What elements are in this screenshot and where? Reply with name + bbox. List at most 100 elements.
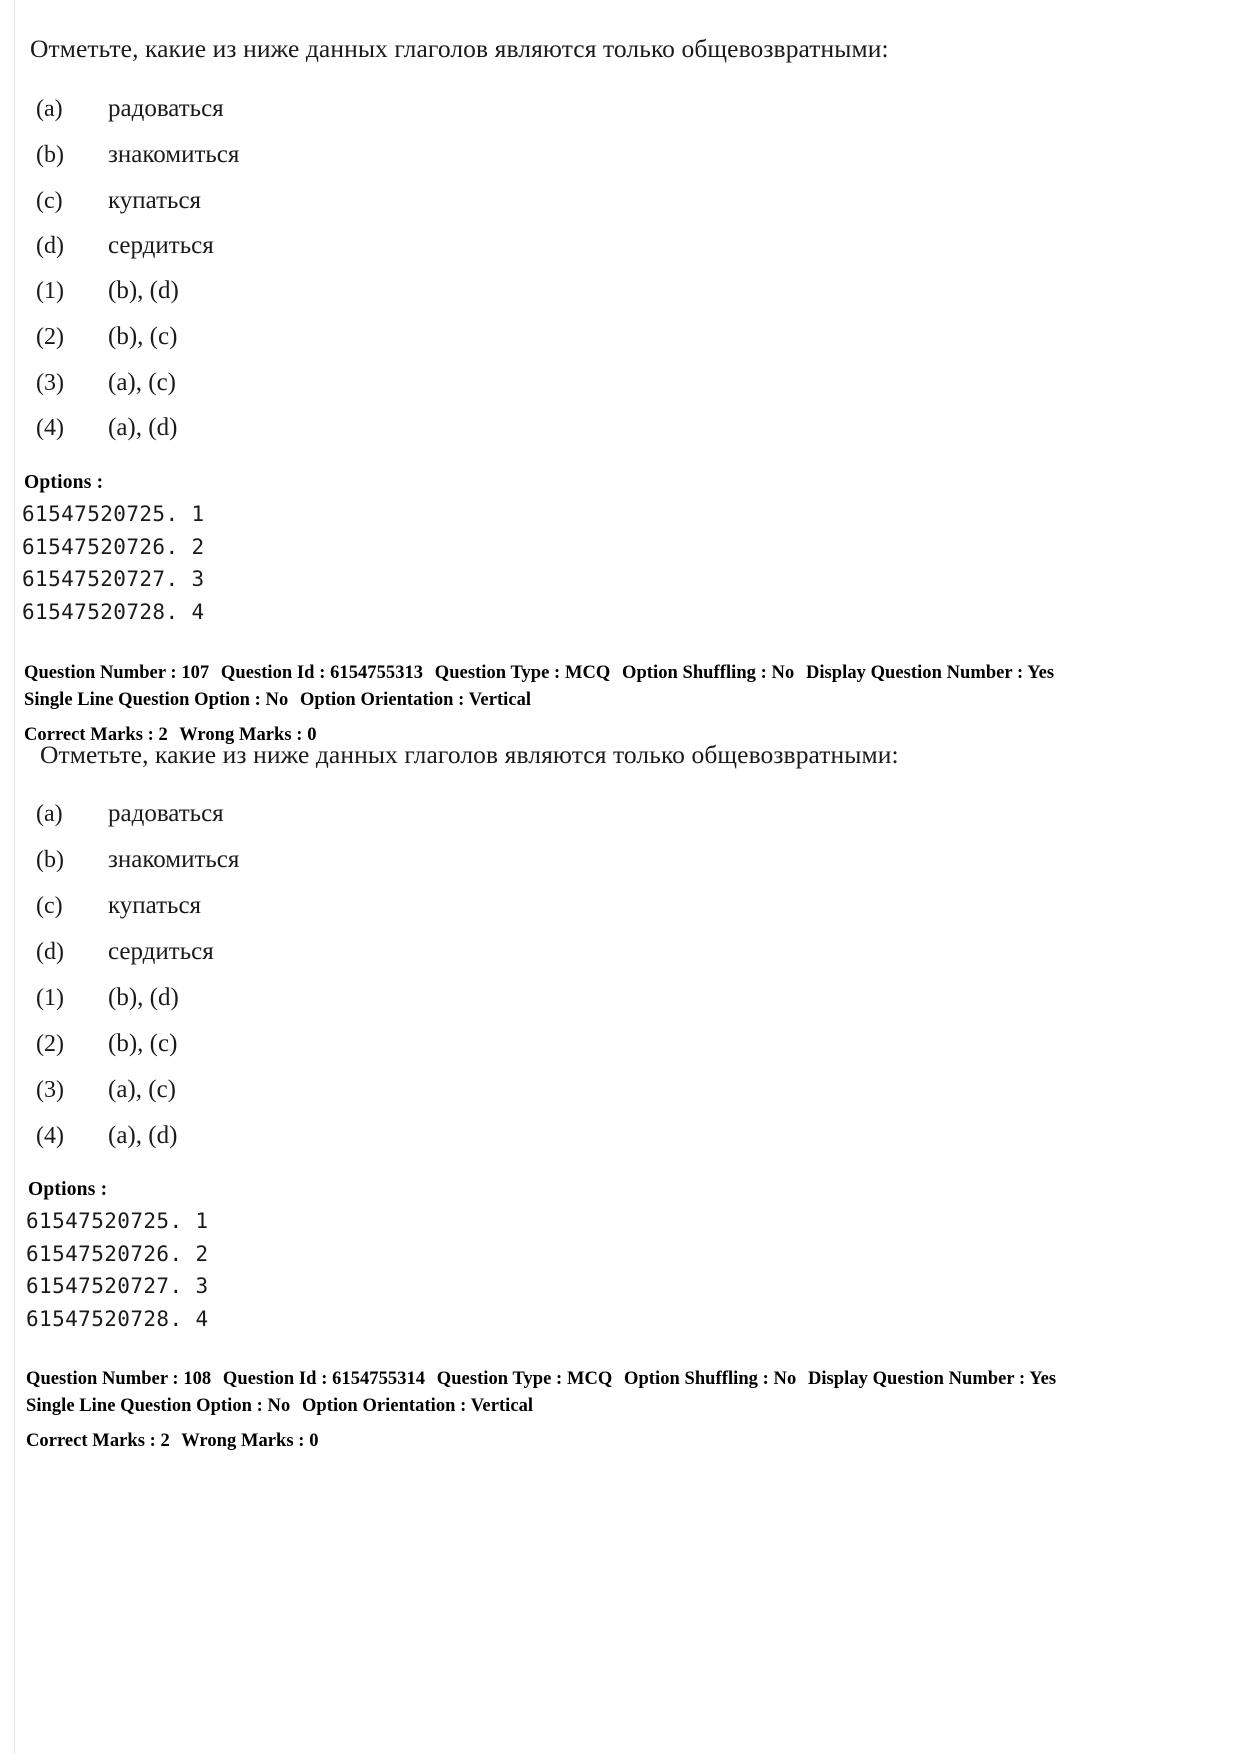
- metadata-line-1: Question Number : 107 Question Id : 6154…: [24, 660, 1054, 687]
- display-question-number-label: Display Question Number :: [807, 1369, 1026, 1389]
- question-metadata: Question Number : 107 Question Id : 6154…: [24, 660, 1054, 748]
- question-id-label: Question Id :: [220, 663, 326, 683]
- metadata-line-1: Question Number : 108 Question Id : 6154…: [26, 1366, 1056, 1393]
- verb-item-text: знакомиться: [108, 141, 240, 168]
- verb-item-label: (a): [36, 96, 63, 122]
- question-type-label: Question Type :: [434, 663, 561, 683]
- option-orientation-value: Vertical: [470, 1395, 534, 1416]
- option-shuffling-value: No: [771, 663, 795, 683]
- answer-choice-text: (a), (d): [108, 414, 178, 441]
- verb-item-label: (c): [36, 188, 63, 214]
- verb-item-a: (a) радоваться: [36, 800, 224, 829]
- options-heading: Options :: [24, 472, 104, 493]
- page-left-margin: [0, 0, 15, 1754]
- verb-item-d: (d) сердиться: [36, 232, 214, 261]
- verb-item-text: радоваться: [108, 800, 224, 827]
- answer-choice-4[interactable]: (4) (a), (d): [36, 1122, 177, 1151]
- verb-item-text: сердиться: [108, 232, 214, 259]
- answer-choice-label: (1): [36, 985, 64, 1011]
- answer-choice-label: (3): [36, 1077, 64, 1103]
- option-id-1: 61547520725. 1: [26, 1209, 209, 1233]
- question-number-label: Question Number :: [24, 663, 177, 683]
- option-id-3: 61547520727. 3: [26, 1274, 209, 1298]
- answer-choice-3[interactable]: (3) (a), (c): [36, 1076, 176, 1105]
- answer-choice-label: (4): [36, 1123, 64, 1149]
- single-line-question-option-value: No: [265, 689, 289, 710]
- metadata-line-2: Single Line Question Option : No Option …: [24, 687, 1054, 714]
- verb-item-label: (b): [36, 847, 64, 873]
- verb-item-label: (c): [36, 893, 63, 919]
- answer-choice-label: (1): [36, 278, 64, 304]
- option-id-3: 61547520727. 3: [22, 567, 205, 591]
- option-id-1: 61547520725. 1: [22, 502, 205, 526]
- verb-item-b: (b) знакомиться: [36, 846, 239, 875]
- verb-item-d: (d) сердиться: [36, 938, 214, 967]
- verb-item-b: (b) знакомиться: [36, 141, 239, 170]
- answer-choice-2[interactable]: (2) (b), (c): [36, 323, 177, 352]
- options-heading: Options :: [28, 1179, 108, 1200]
- answer-choice-text: (b), (c): [108, 323, 178, 350]
- verb-item-c: (c) купаться: [36, 892, 201, 921]
- option-shuffling-label: Option Shuffling :: [624, 1369, 769, 1389]
- option-id-4: 61547520728. 4: [22, 600, 205, 624]
- exam-question-paper-page: Отметьте, какие из ниже данных глаголов …: [0, 0, 1240, 1754]
- wrong-marks-label: Wrong Marks :: [181, 1430, 305, 1451]
- option-orientation-label: Option Orientation :: [299, 689, 465, 710]
- correct-marks-value: 2: [160, 1430, 170, 1451]
- option-id-2: 61547520726. 2: [22, 535, 205, 559]
- option-shuffling-label: Option Shuffling :: [622, 663, 767, 683]
- question-stem: Отметьте, какие из ниже данных глаголов …: [30, 34, 889, 63]
- verb-item-text: купаться: [108, 187, 202, 214]
- question-id-value: 6154755314: [332, 1369, 426, 1389]
- verb-item-label: (a): [36, 801, 63, 827]
- verb-item-label: (d): [36, 939, 64, 965]
- question-metadata: Question Number : 108 Question Id : 6154…: [26, 1366, 1056, 1454]
- question-number-label: Question Number :: [26, 1369, 179, 1389]
- wrong-marks-value: 0: [309, 1430, 319, 1451]
- question-number-value: 108: [183, 1369, 212, 1389]
- answer-choice-text: (a), (c): [108, 1076, 176, 1103]
- answer-choice-text: (a), (d): [108, 1122, 178, 1149]
- display-question-number-value: Yes: [1029, 1369, 1057, 1389]
- answer-choice-text: (b), (d): [108, 277, 179, 304]
- question-id-label: Question Id :: [222, 1369, 328, 1389]
- verb-item-text: радоваться: [108, 95, 224, 122]
- answer-choice-label: (3): [36, 370, 64, 396]
- answer-choice-2[interactable]: (2) (b), (c): [36, 1030, 177, 1059]
- correct-marks-label: Correct Marks :: [26, 1430, 156, 1451]
- answer-choice-1[interactable]: (1) (b), (d): [36, 984, 179, 1013]
- display-question-number-label: Display Question Number :: [805, 663, 1024, 683]
- answer-choice-text: (b), (d): [108, 984, 179, 1011]
- verb-item-text: знакомиться: [108, 846, 240, 873]
- verb-item-label: (d): [36, 233, 64, 259]
- answer-choice-text: (b), (c): [108, 1030, 178, 1057]
- answer-choice-text: (a), (c): [108, 369, 176, 396]
- metadata-line-3: Correct Marks : 2 Wrong Marks : 0: [26, 1428, 1056, 1455]
- single-line-question-option-value: No: [267, 1395, 291, 1416]
- answer-choice-label: (2): [36, 1031, 64, 1057]
- answer-choice-label: (2): [36, 324, 64, 350]
- question-type-value: MCQ: [564, 663, 611, 683]
- verb-item-c: (c) купаться: [36, 187, 201, 216]
- question-type-label: Question Type :: [436, 1369, 563, 1389]
- option-id-4: 61547520728. 4: [26, 1307, 209, 1331]
- verb-item-label: (b): [36, 142, 64, 168]
- question-number-value: 107: [181, 663, 210, 683]
- metadata-line-2: Single Line Question Option : No Option …: [26, 1393, 1056, 1420]
- answer-choice-3[interactable]: (3) (a), (c): [36, 369, 176, 398]
- display-question-number-value: Yes: [1027, 663, 1055, 683]
- question-type-value: MCQ: [566, 1369, 613, 1389]
- answer-choice-1[interactable]: (1) (b), (d): [36, 277, 179, 306]
- option-orientation-value: Vertical: [468, 689, 532, 710]
- verb-item-text: сердиться: [108, 938, 214, 965]
- verb-item-a: (a) радоваться: [36, 95, 224, 124]
- answer-choice-label: (4): [36, 415, 64, 441]
- option-id-2: 61547520726. 2: [26, 1242, 209, 1266]
- option-shuffling-value: No: [773, 1369, 797, 1389]
- option-orientation-label: Option Orientation :: [301, 1395, 467, 1416]
- single-line-question-option-label: Single Line Question Option :: [26, 1395, 263, 1416]
- answer-choice-4[interactable]: (4) (a), (d): [36, 414, 177, 443]
- verb-item-text: купаться: [108, 892, 202, 919]
- single-line-question-option-label: Single Line Question Option :: [24, 689, 261, 710]
- question-id-value: 6154755313: [330, 663, 424, 683]
